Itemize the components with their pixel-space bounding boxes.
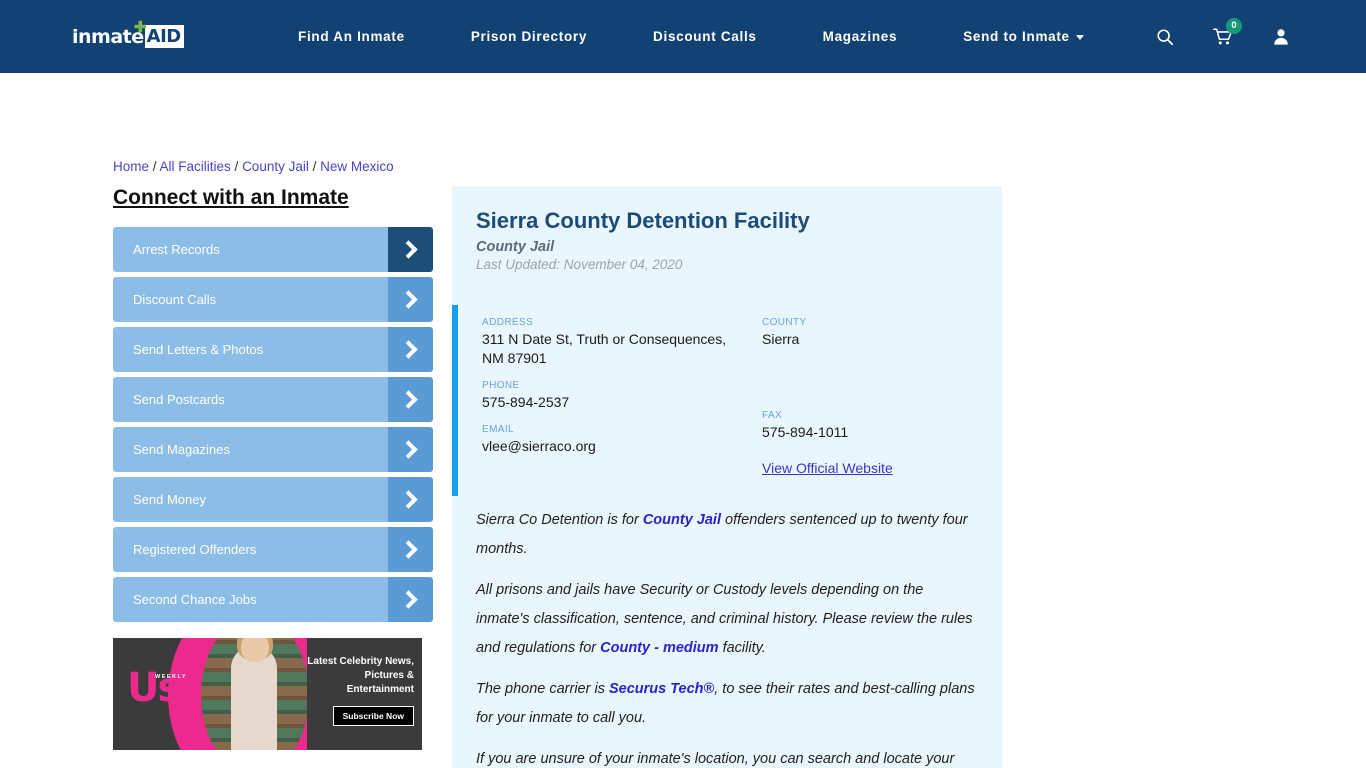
contact-column-left: ADDRESS 311 N Date St, Truth or Conseque…: [482, 317, 730, 478]
breadcrumb-item-new-mexico[interactable]: New Mexico: [320, 159, 394, 174]
facility-description: Sierra Co Detention is for County Jail o…: [452, 496, 1002, 768]
sidebar-item-send-magazines[interactable]: Send Magazines: [113, 427, 433, 472]
page-body: Home / All Facilities / County Jail / Ne…: [0, 73, 1366, 768]
facility-type: County Jail: [476, 239, 555, 255]
search-icon: [1157, 28, 1174, 45]
sidebar: Connect with an Inmate Arrest Records Di…: [113, 186, 433, 627]
official-website-link[interactable]: View Official Website: [762, 460, 893, 476]
description-paragraph: Sierra Co Detention is for County Jail o…: [476, 506, 978, 564]
sidebar-item-label: Send Letters & Photos: [133, 342, 264, 357]
chevron-right-icon: [388, 527, 433, 572]
layout-spacer: [762, 442, 978, 458]
sidebar-item-label: Arrest Records: [133, 242, 220, 257]
nav-item-find-an-inmate[interactable]: Find An Inmate: [265, 29, 438, 44]
last-updated-text: Last Updated: November 04, 2020: [476, 257, 683, 272]
email-label: EMAIL: [482, 424, 515, 435]
sidebar-item-send-letters-photos[interactable]: Send Letters & Photos: [113, 327, 433, 372]
chevron-right-icon: [388, 477, 433, 522]
chevron-right-icon: [388, 577, 433, 622]
breadcrumb-separator: /: [308, 159, 321, 174]
text-run: The phone carrier is: [476, 681, 609, 697]
breadcrumb-separator: /: [149, 159, 160, 174]
description-paragraph: If you are unsure of your inmate's locat…: [476, 745, 978, 768]
highlight-county-medium: County - medium: [600, 640, 719, 656]
cart-button[interactable]: 0: [1212, 17, 1242, 49]
breadcrumb: Home / All Facilities / County Jail / Ne…: [113, 159, 394, 174]
sidebar-item-discount-calls[interactable]: Discount Calls: [113, 277, 433, 322]
ad-brand-sub: WEEKLY: [155, 674, 188, 680]
site-logo[interactable]: inmate AID ✚: [72, 20, 190, 50]
top-navbar: inmate AID ✚ Find An Inmate Prison Direc…: [0, 0, 1366, 73]
page-title: Sierra County Detention Facility: [476, 208, 810, 233]
phone-value: 575-894-2537: [482, 394, 570, 410]
ad-photo-area: [201, 638, 309, 750]
chevron-right-icon: [388, 377, 433, 422]
description-paragraph: The phone carrier is Securus Tech®, to s…: [476, 675, 978, 733]
account-button[interactable]: [1270, 25, 1292, 49]
text-run: If you are unsure of your inmate's locat…: [476, 751, 955, 767]
text-run: Sierra Co Detention is for: [476, 512, 643, 528]
sidebar-item-send-money[interactable]: Send Money: [113, 477, 433, 522]
logo-badge: AID: [144, 25, 184, 48]
address-value: 311 N Date St, Truth or Consequences, NM…: [482, 331, 727, 366]
sidebar-item-label: Registered Offenders: [133, 542, 257, 557]
sidebar-item-label: Second Chance Jobs: [133, 592, 257, 607]
chevron-right-icon: [388, 277, 433, 322]
ad-subscribe-button[interactable]: Subscribe Now: [332, 706, 414, 726]
sidebar-item-label: Send Money: [133, 492, 206, 507]
user-icon: [1274, 29, 1288, 45]
chevron-down-icon: [1075, 34, 1084, 40]
advertisement-banner[interactable]: Us WEEKLY Latest Celebrity News, Picture…: [113, 638, 422, 750]
facility-panel: Sierra County Detention Facility County …: [452, 186, 1002, 768]
text-run: facility.: [718, 640, 766, 656]
ad-copy: Latest Celebrity News, Pictures & Entert…: [307, 638, 422, 750]
nav-item-prison-directory[interactable]: Prison Directory: [438, 29, 620, 44]
sidebar-item-arrest-records[interactable]: Arrest Records: [113, 227, 433, 272]
breadcrumb-separator: /: [230, 159, 243, 174]
chevron-right-icon: [388, 327, 433, 372]
sidebar-item-label: Discount Calls: [133, 292, 217, 307]
description-paragraph: All prisons and jails have Security or C…: [476, 576, 978, 663]
ad-person-head: [241, 638, 269, 662]
layout-spacer: [762, 349, 978, 398]
ad-image: Us WEEKLY: [113, 638, 313, 750]
sidebar-item-second-chance-jobs[interactable]: Second Chance Jobs: [113, 577, 433, 622]
address-label: ADDRESS: [482, 317, 534, 328]
contact-column-right: COUNTY Sierra FAX 575-894-1011 View Offi…: [730, 317, 978, 478]
fax-label: FAX: [762, 410, 783, 421]
highlight-county-jail: County Jail: [642, 512, 721, 528]
highlight-securus-tech: Securus Tech®: [608, 681, 715, 697]
nav-icon-group: 0: [1154, 17, 1292, 49]
nav-links: Find An Inmate Prison Directory Discount…: [265, 29, 1117, 44]
sidebar-item-label: Send Postcards: [133, 392, 225, 407]
breadcrumb-item-home[interactable]: Home: [113, 159, 149, 174]
logo-word: inmate: [72, 25, 144, 48]
chevron-right-icon: [388, 427, 433, 472]
fax-value: 575-894-1011: [762, 424, 849, 440]
nav-item-magazines[interactable]: Magazines: [790, 29, 931, 44]
nav-item-discount-calls[interactable]: Discount Calls: [620, 29, 790, 44]
sidebar-item-registered-offenders[interactable]: Registered Offenders: [113, 527, 433, 572]
sidebar-item-label: Send Magazines: [133, 442, 230, 457]
breadcrumb-item-all-facilities[interactable]: All Facilities: [160, 159, 231, 174]
county-value: Sierra: [762, 331, 800, 347]
search-button[interactable]: [1154, 25, 1176, 49]
cart-count-badge: 0: [1226, 17, 1242, 34]
sidebar-heading: Connect with an Inmate: [113, 186, 349, 209]
plus-icon: ✚: [134, 18, 147, 36]
county-label: COUNTY: [762, 317, 807, 328]
ad-headline: Latest Celebrity News, Pictures & Entert…: [307, 656, 414, 695]
email-value: vlee@sierraco.org: [482, 438, 596, 454]
sidebar-item-send-postcards[interactable]: Send Postcards: [113, 377, 433, 422]
chevron-right-icon: [388, 227, 433, 272]
breadcrumb-item-county-jail[interactable]: County Jail: [242, 159, 309, 174]
contact-info-block: ADDRESS 311 N Date St, Truth or Conseque…: [452, 305, 1002, 496]
phone-label: PHONE: [482, 380, 520, 391]
nav-item-send-to-inmate[interactable]: Send to Inmate: [930, 29, 1117, 44]
nav-item-send-to-inmate-label: Send to Inmate: [963, 29, 1070, 44]
